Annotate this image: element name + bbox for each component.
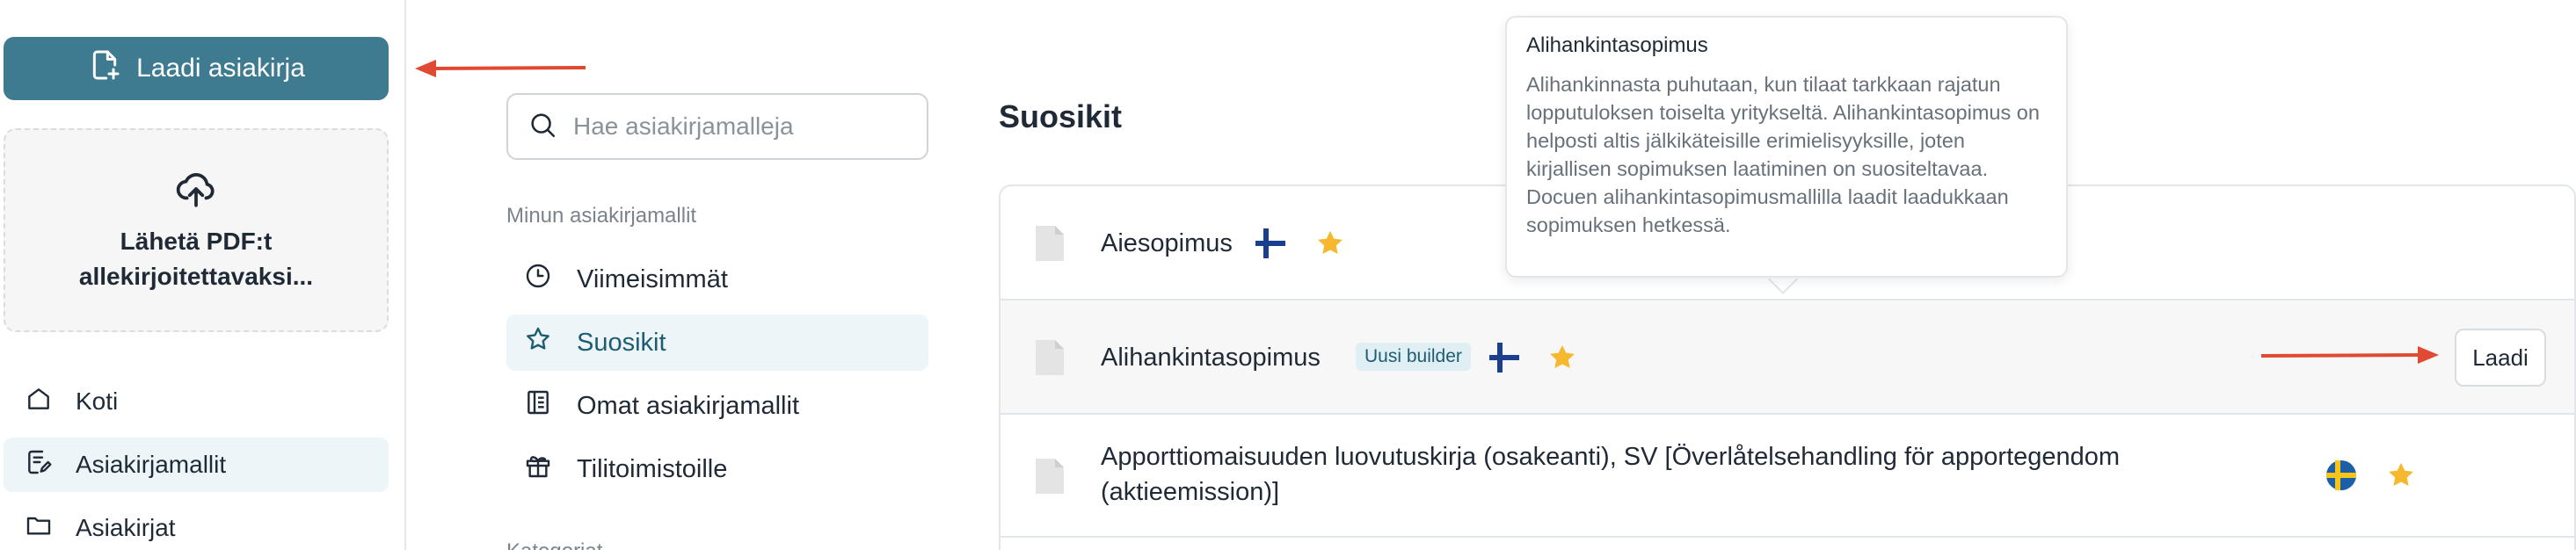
star-filled-icon[interactable] xyxy=(1547,343,1577,373)
template-title[interactable]: Aiesopimus xyxy=(1101,226,1233,261)
nav-item-favorites[interactable]: Suosikit xyxy=(506,315,928,371)
template-icon xyxy=(25,448,53,482)
upload-pdf-dropzone[interactable]: Lähetä PDF:t allekirjoitettavaksi... xyxy=(4,128,389,332)
se-flag-icon xyxy=(2326,460,2356,490)
tooltip-title: Alihankintasopimus xyxy=(1526,33,1708,57)
sidebar-item-templates[interactable]: Asiakirjamallit xyxy=(4,438,389,492)
document-icon xyxy=(1036,340,1064,375)
nav-item-recent[interactable]: Viimeisimmät xyxy=(506,251,928,308)
page-title: Suosikit xyxy=(999,98,1123,134)
star-filled-icon[interactable] xyxy=(2386,460,2416,490)
nav-item-label: Viimeisimmät xyxy=(577,264,728,293)
create-document-button[interactable]: Laadi asiakirja xyxy=(4,37,389,100)
section-label-categories: Kategoriat xyxy=(506,539,602,550)
fi-flag-icon xyxy=(1489,343,1519,373)
section-label-my-templates: Minun asiakirjamallit xyxy=(506,204,697,228)
sidebar-item-documents[interactable]: Asiakirjat xyxy=(4,501,389,550)
fi-flag-icon xyxy=(1255,228,1285,258)
template-search[interactable] xyxy=(506,93,928,160)
nav-item-accounting-firms[interactable]: Tilitoimistoille xyxy=(506,441,928,497)
tooltip-body: Alihankinnasta puhutaan, kun tilaat tark… xyxy=(1526,73,2040,236)
sidebar-item-label: Asiakirjamallit xyxy=(76,451,227,478)
gift-icon xyxy=(524,452,552,487)
template-title[interactable]: Alihankintasopimus xyxy=(1101,340,1321,375)
template-tooltip: Alihankintasopimus Alihankinnasta puhuta… xyxy=(1505,16,2068,278)
document-icon xyxy=(1036,459,1064,494)
template-title[interactable]: Apporttiomaisuuden luovutuskirja (osakea… xyxy=(1101,439,2296,510)
nav-item-label: Suosikit xyxy=(577,328,666,357)
home-icon xyxy=(25,385,53,419)
cloud-upload-icon xyxy=(174,167,218,215)
nav-item-label: Tilitoimistoille xyxy=(577,454,728,483)
search-input[interactable] xyxy=(573,112,907,141)
sidebar-item-label: Asiakirjat xyxy=(76,514,176,541)
nav-item-my-templates[interactable]: Omat asiakirjamallit xyxy=(506,378,928,434)
new-document-icon xyxy=(87,47,122,90)
annotation-arrow-left xyxy=(415,60,586,77)
search-icon xyxy=(528,110,557,144)
create-document-label: Laadi asiakirja xyxy=(136,54,305,83)
folder-icon xyxy=(25,511,53,546)
star-filled-icon[interactable] xyxy=(1315,228,1345,258)
document-icon xyxy=(1036,226,1064,261)
annotation-arrow-right xyxy=(2260,346,2439,364)
new-builder-badge: Uusi builder xyxy=(1356,343,1471,371)
upload-pdf-label: Lähetä PDF:t allekirjoitettavaksi... xyxy=(78,227,314,290)
book-icon xyxy=(524,388,552,423)
create-button[interactable]: Laadi xyxy=(2455,329,2546,387)
clock-icon xyxy=(524,262,552,297)
star-outline-icon xyxy=(524,325,552,360)
sidebar-item-label: Koti xyxy=(76,387,119,415)
nav-item-label: Omat asiakirjamallit xyxy=(577,391,799,420)
sidebar-item-home[interactable]: Koti xyxy=(4,374,389,429)
list-item[interactable]: Apporttiomaisuuden luovutuskirja (osakea… xyxy=(1001,415,2574,538)
sidebar: Laadi asiakirja Lähetä PDF:t allekirjoit… xyxy=(0,0,406,550)
